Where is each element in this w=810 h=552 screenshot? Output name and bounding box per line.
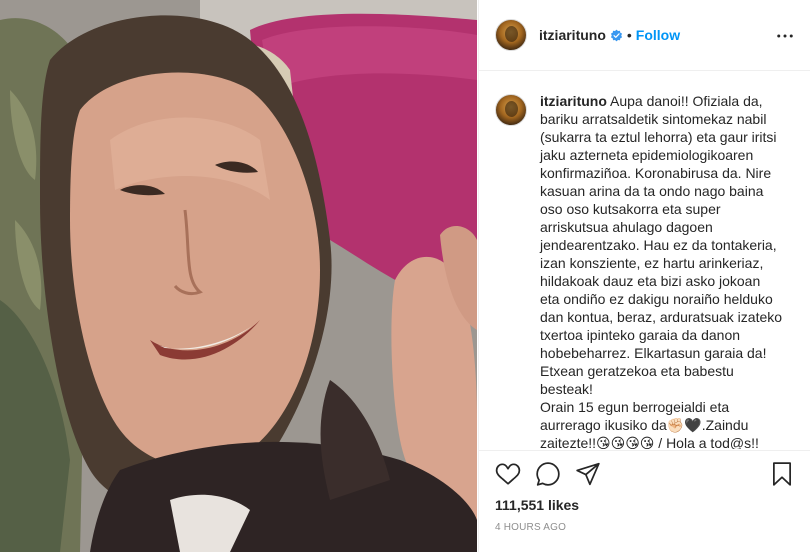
- post-caption: itziarituno Aupa danoi!! Ofiziala da, ba…: [540, 92, 794, 449]
- caption-line: zaitezte!!😘😘😘😘 / Hola a tod@s!!: [540, 435, 759, 449]
- caption-line: arriskutsua ahulago dagoen: [540, 219, 713, 235]
- comment-icon[interactable]: [535, 461, 561, 487]
- post-side-panel: itziarituno • Follow itziarituno Aupa da…: [478, 0, 810, 552]
- caption-avatar[interactable]: [495, 94, 527, 126]
- caption-line: izan konsziente, ez hartu arinkeriaz,: [540, 255, 764, 271]
- caption-line: bariku arratsaldetik sintomekaz nabil: [540, 111, 767, 127]
- more-options-icon[interactable]: [775, 26, 795, 46]
- selfie-image: [0, 0, 477, 552]
- heart-icon[interactable]: [495, 461, 521, 487]
- instagram-post: itziarituno • Follow itziarituno Aupa da…: [0, 0, 810, 552]
- post-photo[interactable]: [0, 0, 477, 552]
- share-icon[interactable]: [575, 461, 601, 487]
- caption-line: hobebeharrez. Elkartasun garaia da!: [540, 345, 767, 361]
- verified-badge-icon: [610, 29, 622, 41]
- caption-line: Aupa danoi!! Ofiziala da,: [610, 93, 763, 109]
- post-timestamp[interactable]: 4 HOURS AGO: [495, 522, 566, 533]
- caption-username[interactable]: itziarituno: [540, 93, 607, 109]
- caption-line: txertoa ipinteko garaia da danon: [540, 327, 741, 343]
- header-avatar[interactable]: [495, 19, 527, 51]
- caption-line: Etxean geratzekoa eta babestu: [540, 363, 734, 379]
- header-username[interactable]: itziarituno: [539, 27, 606, 43]
- bookmark-icon[interactable]: [769, 461, 795, 487]
- caption-line: (sukarra ta eztul lehorra) eta gaur irit…: [540, 129, 777, 145]
- caption-area: itziarituno Aupa danoi!! Ofiziala da, ba…: [479, 72, 810, 449]
- likes-count[interactable]: 111,551 likes: [495, 497, 579, 513]
- caption-line: jendearentzako. Hau ez da tontakeria,: [540, 237, 777, 253]
- caption-line: kasuan arina da ta ondo nago baina: [540, 183, 764, 199]
- follow-button[interactable]: Follow: [636, 27, 680, 43]
- caption-line: dan kontua, beraz, arduratsuak izateko: [540, 309, 783, 325]
- header-separator: •: [626, 27, 632, 43]
- caption-line: konfirmaziñoa. Koronabirusa da. Nire: [540, 165, 772, 181]
- caption-line: jaku azterneta epidemiologikoaren: [540, 147, 754, 163]
- caption-line: eta ondiño ez dakigu noraiño helduko: [540, 291, 773, 307]
- caption-line: besteak!: [540, 381, 593, 397]
- caption-line: aurrerago ikusiko da✊🏻🖤.Zaindu: [540, 417, 749, 433]
- caption-line: hildakoak dauz eta bizi asko jokoan: [540, 273, 761, 289]
- caption-line: oso oso kutsakorra eta super: [540, 201, 721, 217]
- caption-line: Orain 15 egun berrogeialdi eta: [540, 399, 730, 415]
- post-header: itziarituno • Follow: [479, 0, 810, 71]
- post-actions: 111,551 likes 4 HOURS AGO: [479, 450, 810, 552]
